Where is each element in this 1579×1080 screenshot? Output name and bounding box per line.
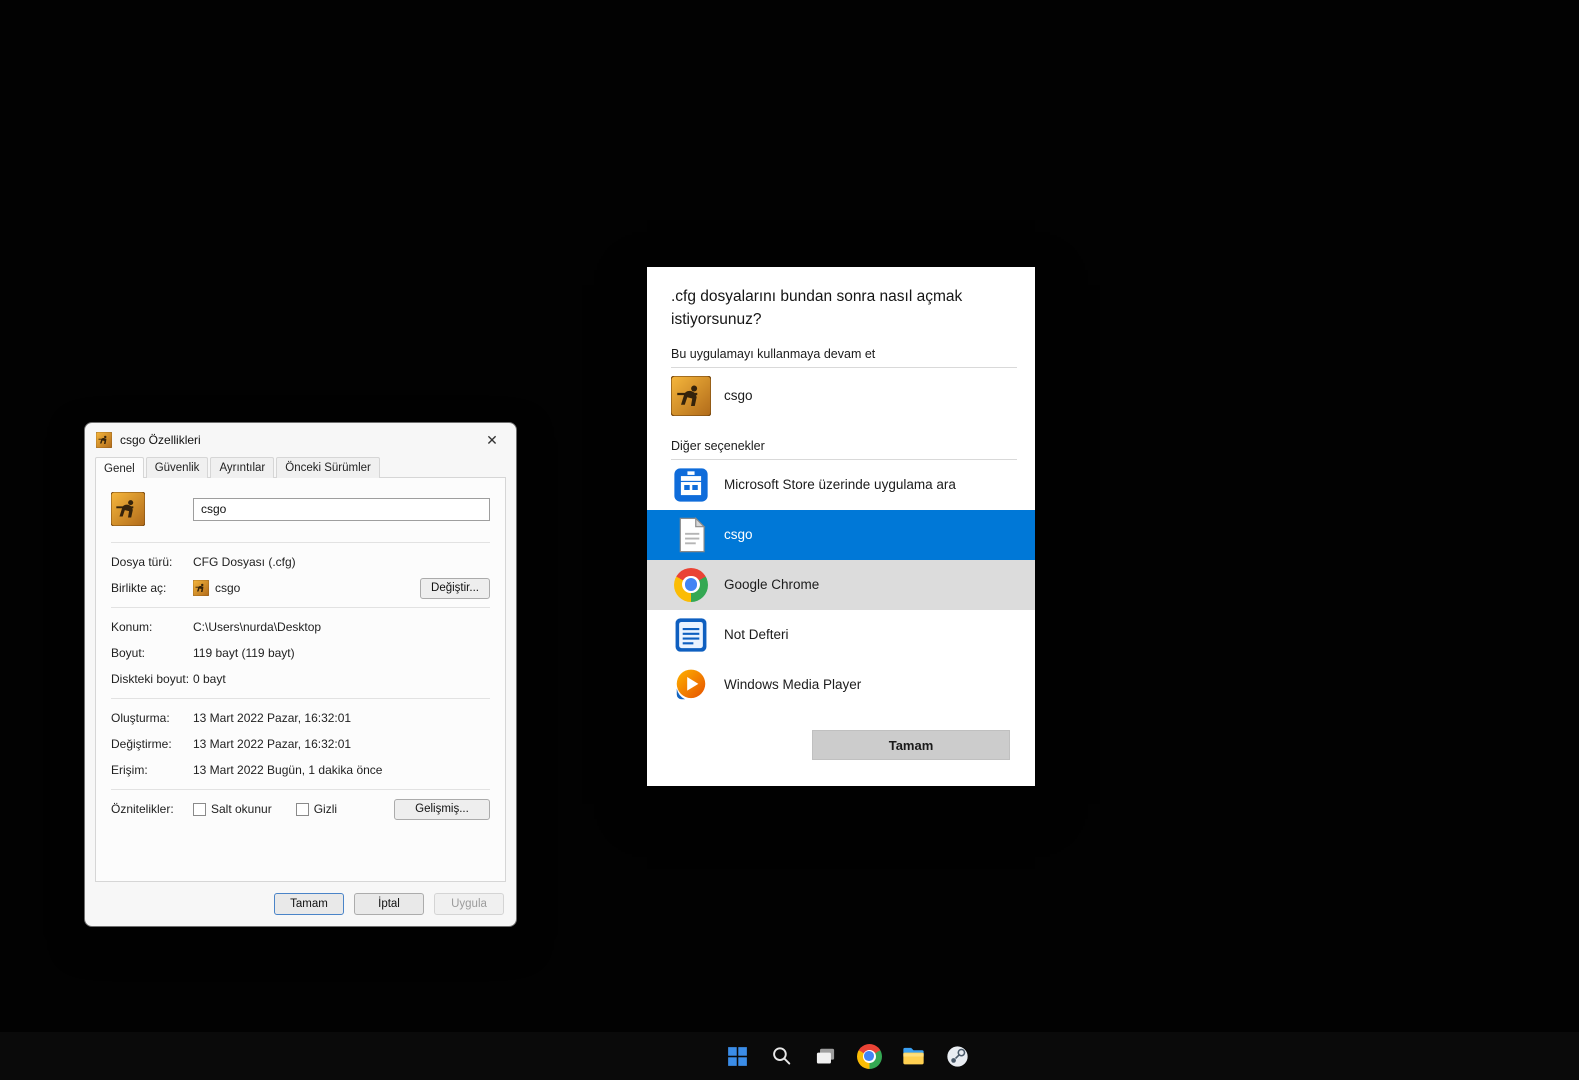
modified-label: Değiştirme: [111,737,172,751]
steam-icon [946,1045,968,1067]
option-csgo[interactable]: csgo [647,509,1035,560]
file-type-row: Dosya türü: CFG Dosyası (.cfg) [111,549,490,575]
csgo-icon [671,375,711,416]
notepad-icon [671,615,711,655]
accessed-row: Erişim: 13 Mart 2022 Bugün, 1 dakika önc… [111,757,490,783]
properties-tabs: Genel Güvenlik Ayrıntılar Önceki Sürümle… [85,457,516,478]
search-button[interactable] [766,1037,796,1075]
microsoft-store-icon [671,465,711,505]
created-row: Oluşturma: 13 Mart 2022 Pazar, 16:32:01 [111,705,490,731]
steam-button[interactable] [942,1037,972,1075]
divider [111,607,490,608]
task-view-icon [816,1048,834,1064]
option-google-chrome[interactable]: Google Chrome [647,559,1035,610]
option-not-defteri[interactable]: Not Defteri [647,610,1035,660]
tab-onceki-surumler[interactable]: Önceki Sürümler [276,457,380,478]
open-with-footer: Tamam [647,730,1035,786]
filename-row [111,490,490,536]
location-label: Konum: [111,620,153,634]
task-view-button[interactable] [810,1037,840,1075]
created-value: 13 Mart 2022 Pazar, 16:32:01 [193,711,352,725]
divider [111,542,490,543]
accessed-value: 13 Mart 2022 Bugün, 1 dakika önce [193,763,383,777]
file-type-value: CFG Dosyası (.cfg) [193,555,296,569]
option-microsoft-store[interactable]: Microsoft Store üzerinde uygulama ara [647,460,1035,510]
size-value: 119 bayt (119 bayt) [193,646,295,660]
file-type-label: Dosya türü: [111,555,173,569]
opens-with-row: Birlikte aç: csgo Değiştir... [111,575,490,601]
csgo-icon [96,432,112,448]
keep-using-section-label: Bu uygulamayı kullanmaya devam et [671,346,876,361]
general-tab-page: Dosya türü: CFG Dosyası (.cfg) Birlikte … [95,477,506,882]
chrome-icon [671,565,711,605]
tab-genel[interactable]: Genel [95,457,144,478]
filename-input[interactable] [193,497,490,521]
csgo-file-icon [111,492,145,526]
open-with-dialog: .cfg dosyalarını bundan sonra nasıl açma… [647,267,1035,786]
properties-titlebar: csgo Özellikleri ✕ [85,423,516,457]
windows-logo-icon [727,1046,747,1066]
properties-footer: Tamam İptal Uygula [85,882,516,926]
size-row: Boyut: 119 bayt (119 bayt) [111,640,490,666]
apply-button: Uygula [434,893,504,915]
readonly-label: Salt okunur [211,802,272,816]
hidden-checkbox[interactable]: Gizli [295,802,338,816]
file-explorer-icon [902,1047,924,1064]
attributes-value: Salt okunur Gizli Gelişmiş... [193,798,490,820]
change-button[interactable]: Değiştir... [420,577,490,599]
start-button[interactable] [722,1037,752,1075]
option-label: Not Defteri [724,627,789,642]
opens-with-value: csgo Değiştir... [193,577,490,599]
attributes-row: Öznitelikler: Salt okunur Gizli Gelişmiş… [111,796,490,822]
close-icon[interactable]: ✕ [476,427,508,453]
other-options-section-label: Diğer seçenekler [671,438,765,453]
dialog-title: csgo Özellikleri [120,433,201,447]
document-icon [671,515,711,555]
taskbar [0,1032,1579,1080]
search-icon [772,1046,790,1064]
tab-guvenlik[interactable]: Güvenlik [145,457,209,478]
checkbox-icon [193,802,206,816]
current-app-name: csgo [724,388,753,403]
hidden-label: Gizli [313,802,338,816]
created-label: Oluşturma: [111,711,170,725]
location-row: Konum: C:\Users\nurda\Desktop [111,614,490,640]
option-label: Windows Media Player [724,677,862,692]
csgo-icon [193,580,209,596]
media-player-icon [671,665,711,705]
attributes-label: Öznitelikler: [111,802,174,816]
ok-button[interactable]: Tamam [812,730,1010,760]
chrome-icon [856,1043,882,1069]
ok-button[interactable]: Tamam [274,893,344,915]
tab-ayrintilar[interactable]: Ayrıntılar [210,457,275,478]
size-on-disk-value: 0 bayt [193,672,226,686]
opens-with-app-name: csgo [215,581,241,595]
option-label: Google Chrome [724,577,820,592]
size-on-disk-label: Diskteki boyut: [111,672,190,686]
file-explorer-button[interactable] [898,1037,928,1075]
divider [111,789,490,790]
cancel-button[interactable]: İptal [354,893,424,915]
modified-value: 13 Mart 2022 Pazar, 16:32:01 [193,737,352,751]
modified-row: Değiştirme: 13 Mart 2022 Pazar, 16:32:01 [111,731,490,757]
option-label: csgo [724,527,753,542]
taskbar-icons [722,1037,972,1075]
size-label: Boyut: [111,646,146,660]
chrome-taskbar-button[interactable] [854,1037,884,1075]
checkbox-icon [295,802,309,816]
properties-dialog: csgo Özellikleri ✕ Genel Güvenlik Ayrınt… [84,422,517,927]
size-on-disk-row: Diskteki boyut: 0 bayt [111,666,490,692]
location-value: C:\Users\nurda\Desktop [193,620,322,634]
option-windows-media-player[interactable]: Windows Media Player [647,660,1035,710]
open-with-title: .cfg dosyalarını bundan sonra nasıl açma… [671,288,963,329]
advanced-button[interactable]: Gelişmiş... [394,798,490,820]
option-label: Microsoft Store üzerinde uygulama ara [724,477,956,492]
divider [111,698,490,699]
current-app-row[interactable]: csgo [647,368,1035,424]
opens-with-label: Birlikte aç: [111,581,167,595]
accessed-label: Erişim: [111,763,148,777]
readonly-checkbox[interactable]: Salt okunur [193,802,272,816]
